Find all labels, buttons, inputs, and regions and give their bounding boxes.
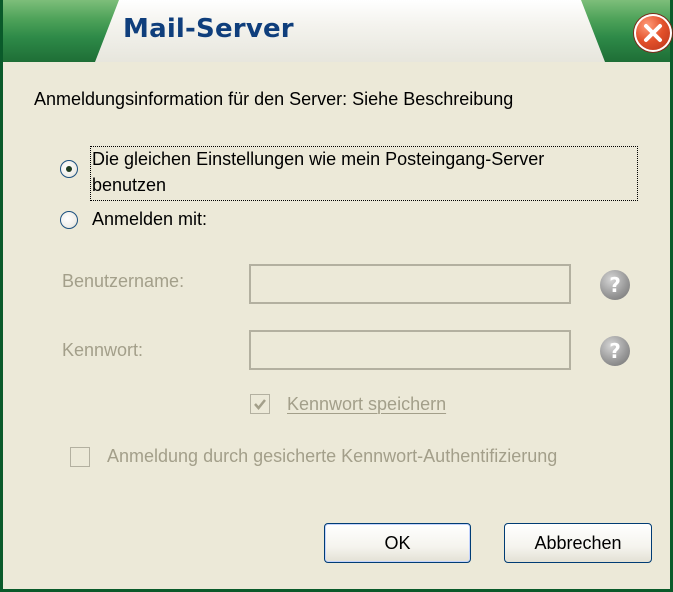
window-title: Mail-Server [123,14,294,44]
close-icon [644,24,662,42]
radio-selected-dot [66,166,72,172]
cancel-button[interactable]: Abbrechen [504,523,652,563]
close-button[interactable] [634,14,672,52]
checkmark-icon [254,399,266,410]
username-help-icon[interactable]: ? [600,270,630,300]
username-label: Benutzername: [62,271,185,291]
password-help-icon[interactable]: ? [600,336,630,366]
login-with-label[interactable]: Anmelden mit: [92,209,207,230]
save-password-checkbox[interactable] [250,394,270,414]
same-settings-label-line2[interactable]: benutzen [92,175,166,196]
password-label: Kennwort: [62,340,144,360]
spa-checkbox[interactable] [70,447,90,467]
mail-server-dialog: Mail-Server Anmeldungsinformation für de… [0,0,673,592]
radio-same-settings[interactable] [60,160,78,178]
spa-label[interactable]: Anmeldung durch gesicherte Kennwort-Auth… [107,446,557,467]
ok-button[interactable]: OK [324,523,471,563]
intro-text: Anmeldungsinformation für den Server: Si… [34,89,514,109]
save-password-label[interactable]: Kennwort speichern [287,394,446,415]
same-settings-label-line1[interactable]: Die gleichen Einstellungen wie mein Post… [92,149,544,170]
password-input[interactable] [249,330,571,370]
radio-login-with[interactable] [60,211,78,229]
username-input[interactable] [249,264,571,304]
title-bar[interactable]: Mail-Server [3,0,672,62]
